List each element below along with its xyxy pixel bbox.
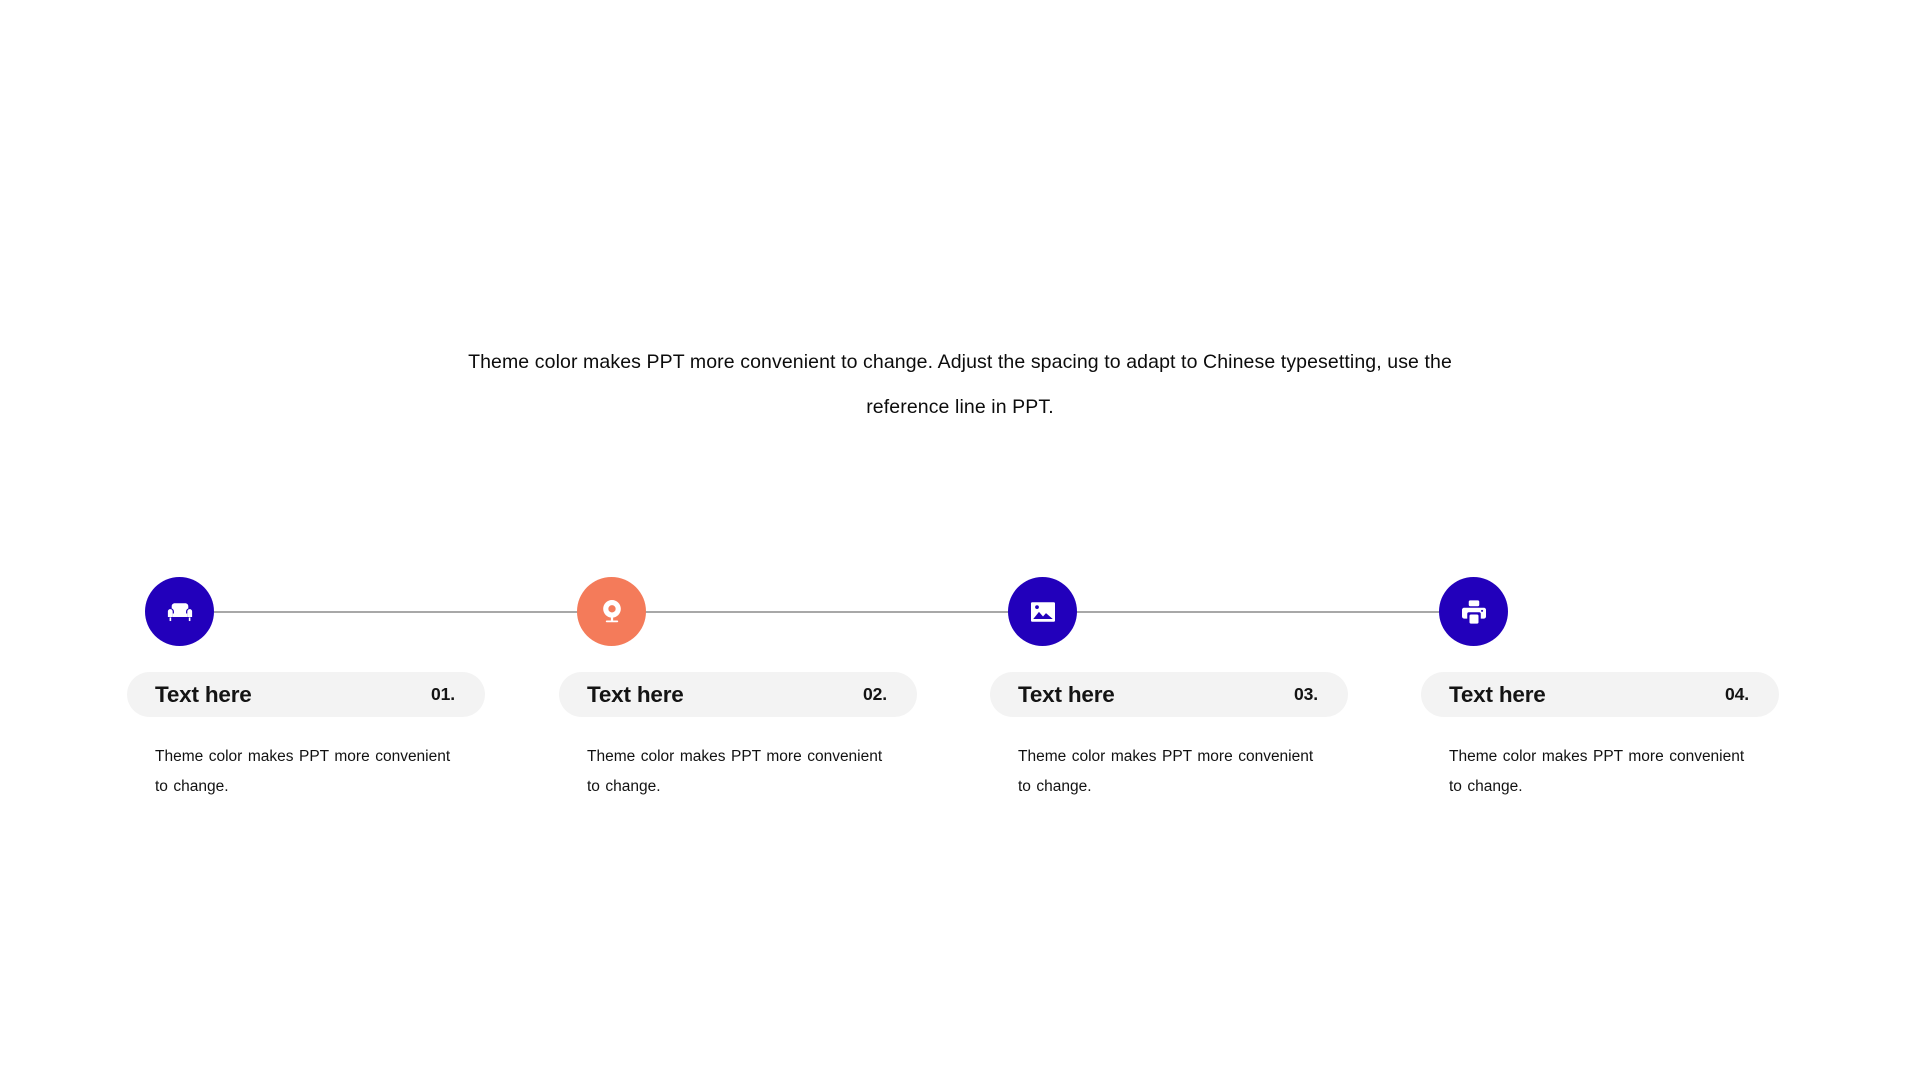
timeline-icon-badge-3[interactable]	[1008, 577, 1077, 646]
webcam-icon	[597, 597, 627, 627]
card-description: Theme color makes PPT more convenient to…	[155, 748, 451, 795]
image-icon	[1028, 597, 1058, 627]
card-title: Text here	[155, 681, 252, 707]
timeline-card-2[interactable]: Text here 02.	[559, 672, 917, 717]
timeline-icon-badge-1[interactable]	[145, 577, 214, 646]
card-description: Theme color makes PPT more convenient to…	[1449, 748, 1745, 795]
card-description: Theme color makes PPT more convenient to…	[1018, 748, 1314, 795]
timeline-icon-badge-2[interactable]	[577, 577, 646, 646]
card-number: 02.	[862, 684, 887, 704]
printer-icon	[1459, 597, 1489, 627]
timeline-connector-line	[214, 611, 1442, 613]
card-title: Text here	[587, 681, 684, 707]
card-number: 04.	[1724, 684, 1749, 704]
timeline-card-4[interactable]: Text here 04.	[1421, 672, 1779, 717]
timeline-card-3[interactable]: Text here 03.	[990, 672, 1348, 717]
card-title: Text here	[1018, 681, 1115, 707]
card-description: Theme color makes PPT more convenient to…	[587, 748, 883, 795]
armchair-icon	[163, 595, 197, 629]
timeline-icon-badge-4[interactable]	[1439, 577, 1508, 646]
card-title: Text here	[1449, 681, 1546, 707]
card-number: 03.	[1293, 684, 1318, 704]
timeline: Text here 01. Theme color makes PPT more…	[0, 0, 1920, 1080]
timeline-card-1[interactable]: Text here 01.	[127, 672, 485, 717]
card-number: 01.	[430, 684, 455, 704]
